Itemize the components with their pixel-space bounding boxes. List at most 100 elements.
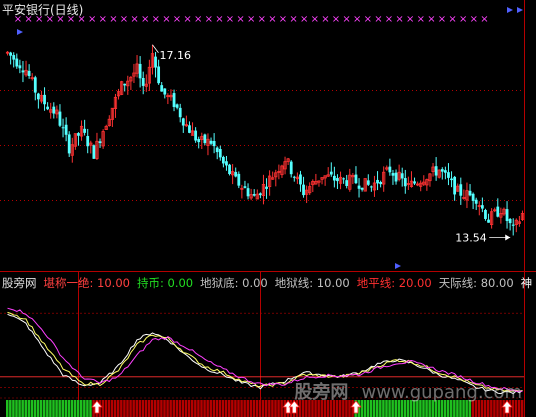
strip-bar [203,400,206,417]
strip-bar [218,400,222,417]
marker-x: × [332,14,340,25]
indicator-legend: 股旁网 堪称一绝: 10.00 持币: 0.00 地狱底: 0.00 地狱线: … [2,274,532,291]
strip-bar [132,400,135,417]
strip-bar [129,400,132,417]
marker-x: × [120,14,128,25]
candle-body-down [369,186,373,188]
candle-body-down [474,199,478,204]
strip-bar [67,400,71,417]
strip-bar [46,400,49,417]
strip-bar [237,400,240,417]
marker-x: × [215,14,223,25]
strip-bar [265,400,268,417]
strip-bar [280,400,283,417]
candle-body-down [86,136,90,147]
marker-x: × [88,14,96,25]
strip-bar [64,400,68,417]
strip-bar [49,400,52,417]
candle-body-down [197,138,201,143]
candle-body-down [246,188,250,197]
candle-body-down [440,169,444,172]
strip-bar [141,400,145,417]
watermark-cn: 股旁网 [294,382,349,403]
marker-x: × [364,14,372,25]
candle-body-down [480,205,484,209]
strip-bar [197,400,200,417]
candle-body-down [21,70,25,73]
marker-x: × [395,14,403,25]
candle-body-down [43,94,46,105]
strip-bar [117,400,120,417]
candle-body-down [434,166,438,176]
candle-body-down [511,224,515,226]
strip-bar [27,400,31,417]
marker-x: × [109,14,117,25]
marker-x: × [141,14,149,25]
strip-bar [191,400,194,417]
strip-bar [252,400,256,417]
candle-body-down [400,173,404,179]
candle-body-down [141,77,145,86]
candle-body-down [209,140,213,144]
legend-chibi: 持币: 0.00 [137,275,193,291]
strip-bar [175,400,179,417]
strip-bar [154,400,157,417]
strip-bar [255,400,259,417]
candle-body-down [403,178,407,187]
marker-x: × [173,14,181,25]
candle-body-down [61,127,65,129]
strip-bar [92,400,95,417]
candle-body-down [33,77,37,93]
candle-body-down [443,170,447,173]
marker-triangle [507,7,513,13]
candle-body-down [360,187,364,190]
strip-bar [58,400,61,417]
strip-bar [169,400,172,417]
candle-body-down [92,145,96,159]
strip-bar [73,400,77,417]
marker-x: × [406,14,414,25]
candle-body-down [15,58,19,67]
strip-bar [21,400,24,417]
candle-body-down [212,140,216,147]
strip-bar [187,400,191,417]
marker-x: × [374,14,382,25]
candle-body-down [332,175,336,181]
legend-diyuxian-label: 地狱线: [274,275,314,290]
candle-body-down [67,134,71,154]
strip-bar [157,400,160,417]
strip-bar [277,400,280,417]
strip-bar [110,400,114,417]
candle-body-down [265,186,268,189]
price-panel-title: 平安银行(日线) [2,1,83,18]
candle-body-down [98,141,102,144]
legend-chibi-value: 0.00 [167,275,194,290]
signal-markers: × × × × × × × × × × × × × × × × × × × × × × × × × × × × × × × × × × × × × × × ×… [14,7,523,269]
marker-x: × [99,14,107,25]
legend-diyuxian-value: 10.00 [316,275,350,290]
strip-bar [258,400,262,417]
candle-body-down [175,104,179,108]
watermark: 股旁网 www.gupang.com [294,378,522,404]
candle-body-down [36,93,40,100]
marker-x: × [300,14,308,25]
candle-body-down [394,172,398,182]
strip-bar [9,400,12,417]
legend-dipingxian-label: 地平线: [356,275,396,290]
candle-body-down [225,161,228,166]
strip-bar [70,400,74,417]
strip-bar [147,400,151,417]
candle-body-down [252,194,256,196]
strip-bar [36,400,40,417]
candle-body-down [496,206,500,217]
strip-bar [126,400,129,417]
marker-x: × [448,14,456,25]
candle-body-down [52,106,56,114]
marker-x: × [385,14,393,25]
candle-body-down [203,134,207,144]
strip-bar [104,400,108,417]
strip-bar [113,400,117,417]
strip-bar [224,400,228,417]
marker-triangle [17,29,23,35]
strip-bar [268,400,271,417]
